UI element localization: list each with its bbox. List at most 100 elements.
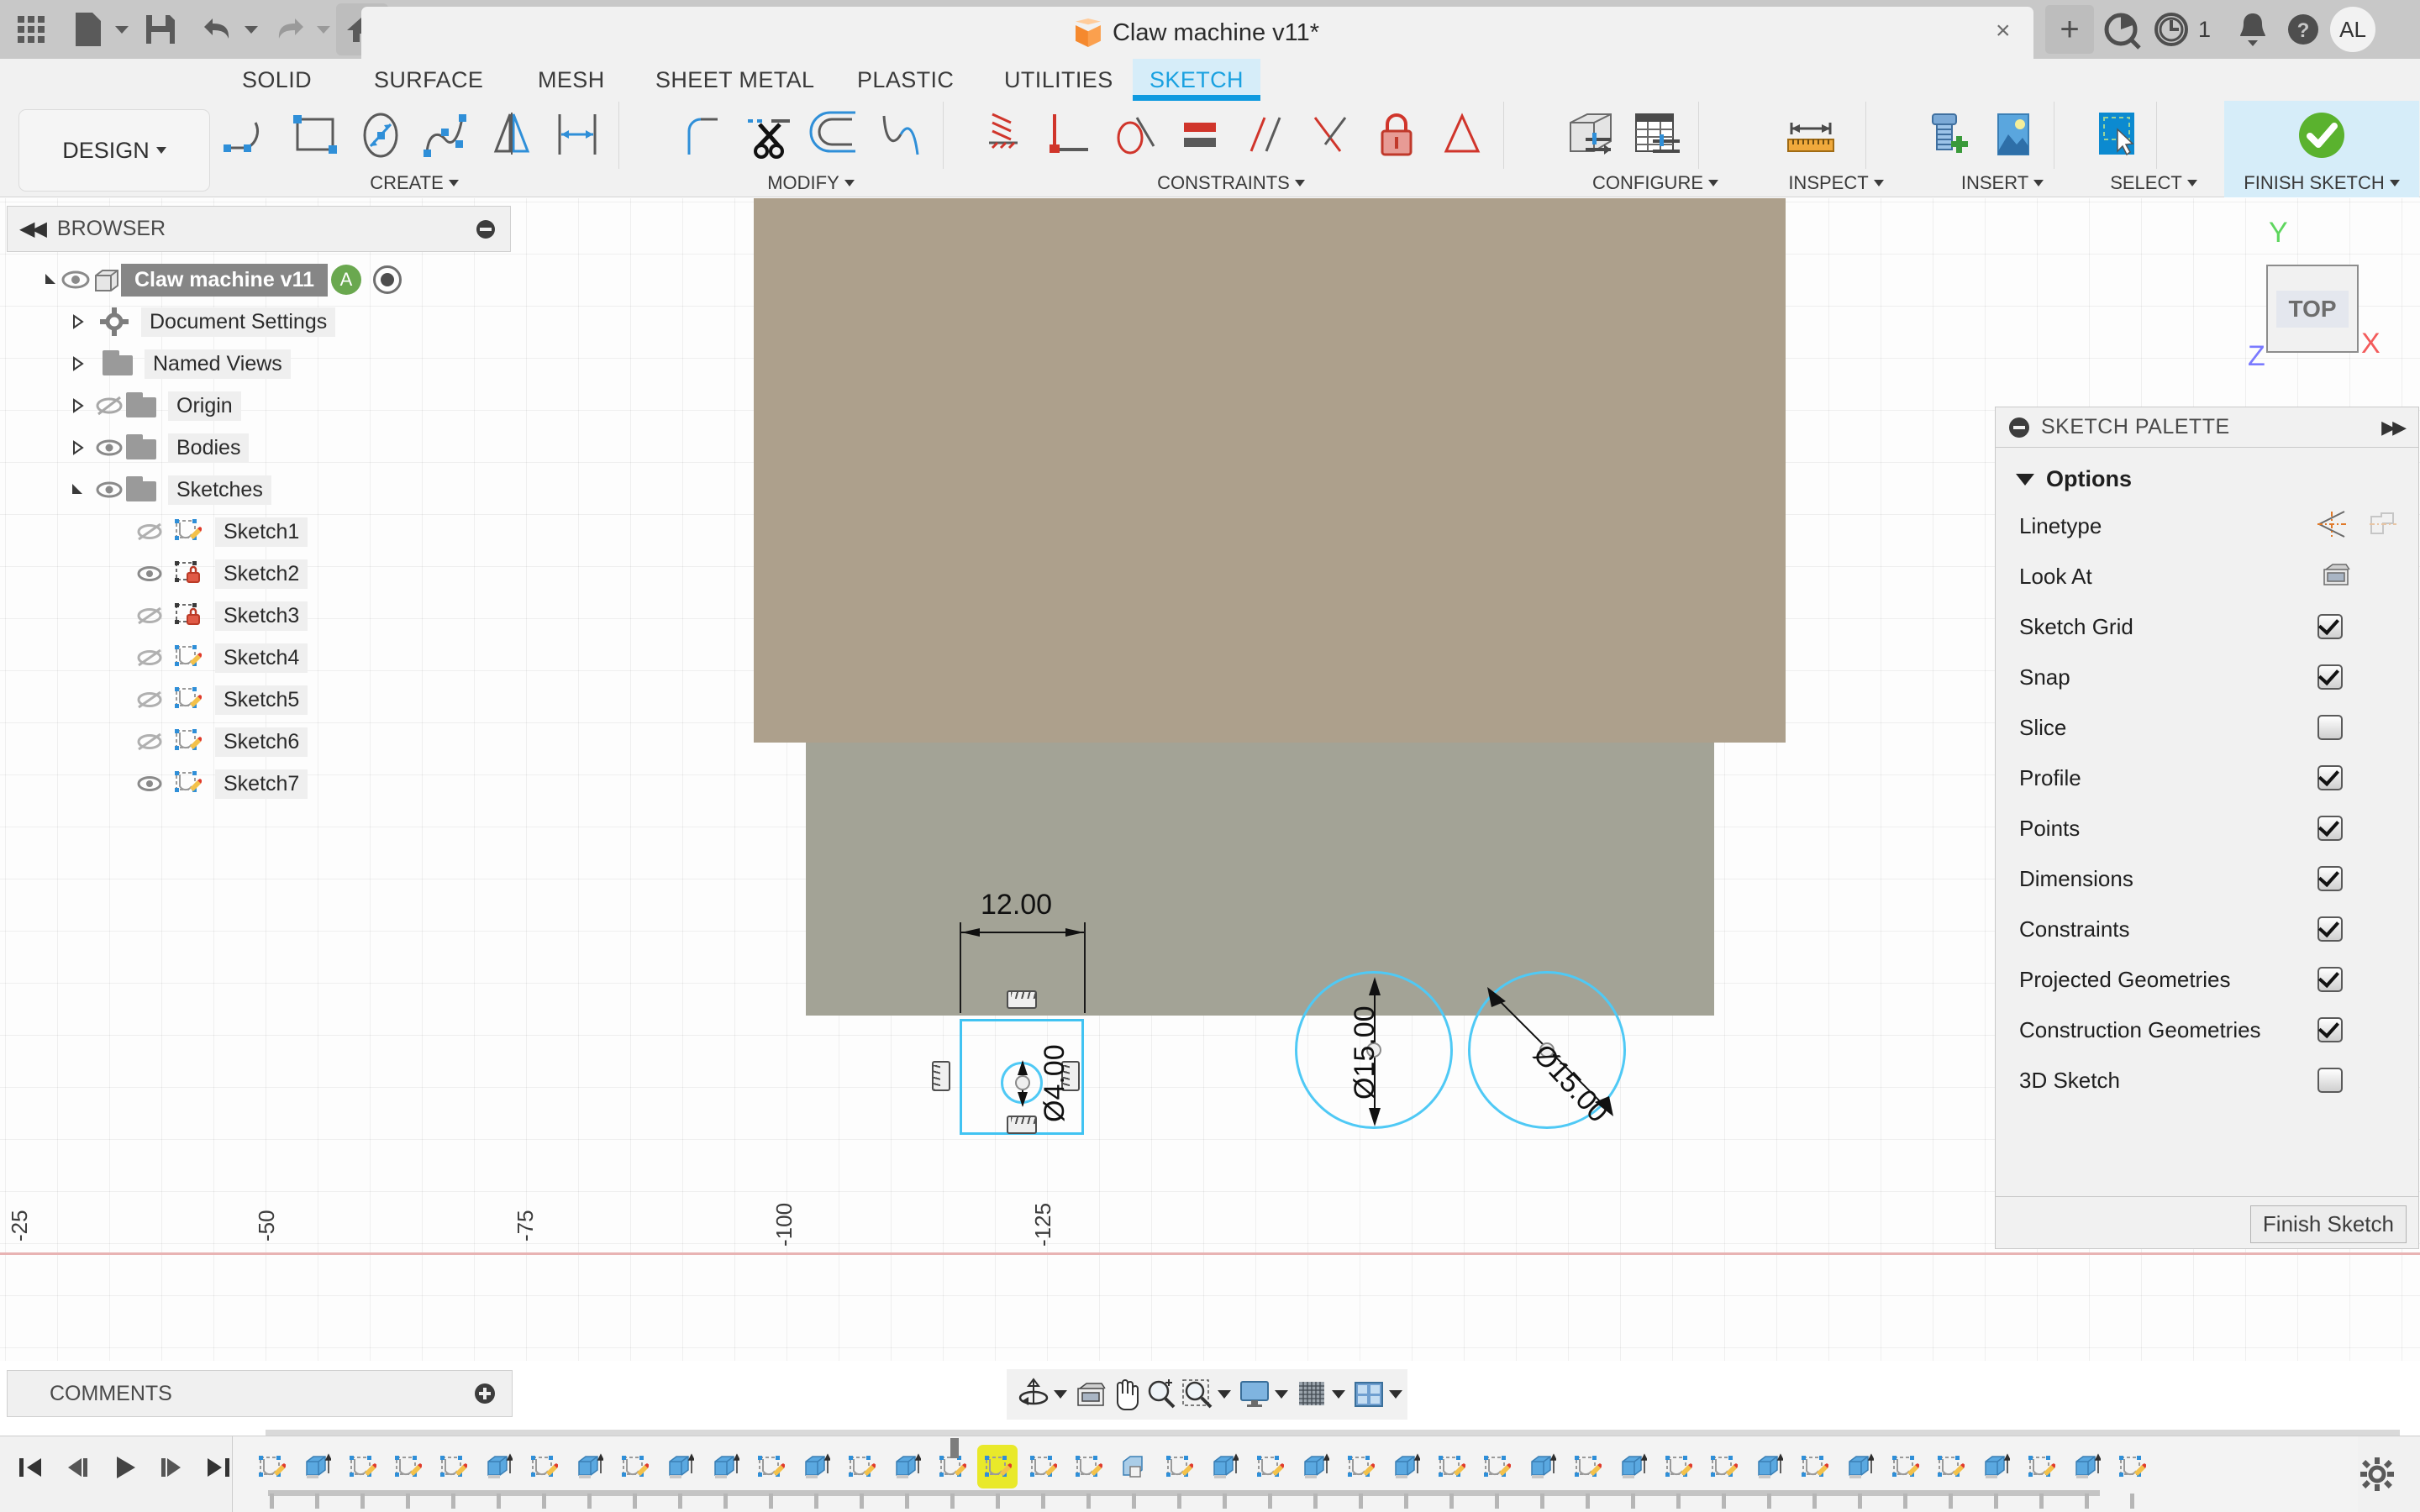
comments-panel[interactable]: COMMENTS [7, 1370, 513, 1417]
palette-row-projected-geometries[interactable]: Projected Geometries [1996, 954, 2418, 1005]
tab-sketch[interactable]: SKETCH [1133, 59, 1260, 101]
bell-icon[interactable] [2229, 6, 2276, 53]
tree-item-sketches[interactable]: Sketches [7, 469, 528, 511]
avatar[interactable]: AL [2330, 7, 2376, 52]
visibility-eye-hidden-icon[interactable] [133, 599, 166, 633]
ribbon-group-finish-sketch[interactable]: FINISH SKETCH [2224, 101, 2419, 197]
file-icon[interactable] [62, 3, 114, 55]
palette-row-dimensions[interactable]: Dimensions [1996, 853, 2418, 904]
palette-row-construction-geometries[interactable]: Construction Geometries [1996, 1005, 2418, 1055]
mirror-icon[interactable] [479, 102, 544, 168]
zoom-window-caret-icon[interactable] [1217, 1390, 1231, 1399]
ellipse-icon[interactable] [348, 102, 413, 168]
tree-item-sketch4[interactable]: Sketch4 [7, 637, 528, 679]
palette-row-3d-sketch[interactable]: 3D Sketch [1996, 1055, 2418, 1105]
look-at-icon[interactable] [1074, 1375, 1107, 1414]
expand-arrow-icon[interactable] [71, 356, 86, 371]
tab-solid[interactable]: SOLID [225, 59, 329, 101]
timeline-feature-sketch[interactable] [1340, 1445, 1381, 1488]
zoom-icon[interactable] [1144, 1375, 1178, 1414]
timeline-feature-combine[interactable] [1113, 1445, 1154, 1488]
measure-ruler-icon[interactable] [1765, 102, 1857, 168]
body-upper-face[interactable] [754, 198, 1786, 743]
activate-component-radio[interactable] [373, 265, 402, 294]
timeline-feature-extrude[interactable] [478, 1445, 518, 1488]
tree-item-document-settings[interactable]: Document Settings [7, 301, 528, 343]
finish-sketch-button[interactable]: Finish Sketch [2249, 1205, 2407, 1243]
palette-row-snap[interactable]: Snap [1996, 652, 2418, 702]
visibility-eye-icon[interactable] [133, 767, 166, 801]
expand-arrow-icon[interactable] [71, 398, 86, 413]
step-back-icon[interactable] [59, 1448, 96, 1487]
visibility-eye-hidden-icon[interactable] [133, 683, 166, 717]
tab-mesh[interactable]: MESH [521, 59, 622, 101]
ribbon-group-configure-label[interactable]: CONFIGURE [1559, 172, 1752, 194]
palette-row-profile[interactable]: Profile [1996, 753, 2418, 803]
undo-caret-icon[interactable] [244, 3, 259, 55]
recent-clock-icon[interactable] [2148, 6, 2195, 53]
horizontal-constraint-icon-top[interactable] [1007, 990, 1037, 1009]
orbit-icon[interactable] [1017, 1375, 1050, 1414]
expand-arrow-icon[interactable] [71, 440, 86, 455]
timeline-feature-sketch[interactable] [1023, 1445, 1063, 1488]
collapse-triangle-icon[interactable] [71, 482, 86, 497]
palette-row-points[interactable]: Points [1996, 803, 2418, 853]
timeline-feature-sketch[interactable] [2021, 1445, 2061, 1488]
perpendicular-icon[interactable] [1036, 102, 1102, 168]
timeline-feature-extrude[interactable] [705, 1445, 745, 1488]
insert-image-icon[interactable] [1980, 102, 2045, 168]
timeline-feature-sketch[interactable] [1431, 1445, 1471, 1488]
tab-plastic[interactable]: PLASTIC [840, 59, 971, 101]
orbit-caret-icon[interactable] [1054, 1390, 1068, 1399]
midpoint-icon[interactable] [1298, 102, 1364, 168]
insert-mcmaster-icon[interactable] [1914, 102, 1980, 168]
fillet-icon[interactable] [672, 102, 738, 168]
palette-row-slice[interactable]: Slice [1996, 702, 2418, 753]
horizontal-vertical-icon[interactable] [971, 102, 1036, 168]
add-comment-icon[interactable] [475, 1383, 495, 1404]
timeline-feature-extrude[interactable] [1522, 1445, 1562, 1488]
construction-geometries-checkbox[interactable] [2317, 1017, 2343, 1042]
viewports-caret-icon[interactable] [1389, 1390, 1402, 1399]
tab-sheet-metal[interactable]: SHEET METAL [639, 59, 831, 101]
slice-checkbox[interactable] [2317, 715, 2343, 740]
profile-checkbox[interactable] [2317, 765, 2343, 790]
hole-diameter-dimension-text[interactable]: Ø4.00 [1039, 1044, 1071, 1122]
timeline-feature-sketch[interactable] [523, 1445, 564, 1488]
timeline-feature-sketch[interactable] [1476, 1445, 1517, 1488]
step-forward-icon[interactable] [153, 1448, 190, 1487]
snap-checkbox[interactable] [2317, 664, 2343, 690]
spline-icon[interactable] [413, 102, 479, 168]
grid-snap-caret-icon[interactable] [1331, 1390, 1345, 1399]
vertical-constraint-icon-left[interactable] [932, 1061, 950, 1091]
undo-icon[interactable] [192, 3, 244, 55]
options-section-header[interactable]: Options [1996, 448, 2418, 501]
select-window-icon[interactable] [2082, 102, 2148, 168]
palette-row-constraints[interactable]: Constraints [1996, 904, 2418, 954]
expand-arrow-icon[interactable] [71, 314, 86, 329]
visibility-eye-icon[interactable] [92, 431, 126, 465]
break-curve-icon[interactable] [869, 102, 934, 168]
redo-icon[interactable] [264, 3, 316, 55]
offset-icon[interactable] [803, 102, 869, 168]
timeline-track[interactable] [232, 1436, 2358, 1512]
fix-lock-icon[interactable] [1364, 102, 1429, 168]
help-icon[interactable]: ? [2280, 6, 2327, 53]
sketch-grid-checkbox[interactable] [2317, 614, 2343, 639]
timeline-feature-sketch[interactable] [433, 1445, 473, 1488]
go-to-start-icon[interactable] [12, 1448, 49, 1487]
configure-body-icon[interactable] [1559, 102, 1624, 168]
timeline-feature-sketch[interactable] [1658, 1445, 1698, 1488]
tree-item-sketch7[interactable]: Sketch7 [7, 763, 528, 805]
timeline-feature-sketch[interactable] [977, 1445, 1018, 1488]
visibility-eye-hidden-icon[interactable] [133, 725, 166, 759]
workspace-selector[interactable]: DESIGN [18, 109, 210, 192]
construction-line-icon[interactable] [2316, 510, 2348, 543]
timeline-feature-extrude[interactable] [796, 1445, 836, 1488]
timeline-feature-sketch[interactable] [750, 1445, 791, 1488]
arc-icon[interactable] [217, 102, 282, 168]
display-settings-icon[interactable] [1238, 1375, 1271, 1414]
palette-row-sketch-grid[interactable]: Sketch Grid [1996, 601, 2418, 652]
finish-check-icon[interactable] [2289, 102, 2354, 168]
timeline-feature-sketch[interactable] [614, 1445, 655, 1488]
